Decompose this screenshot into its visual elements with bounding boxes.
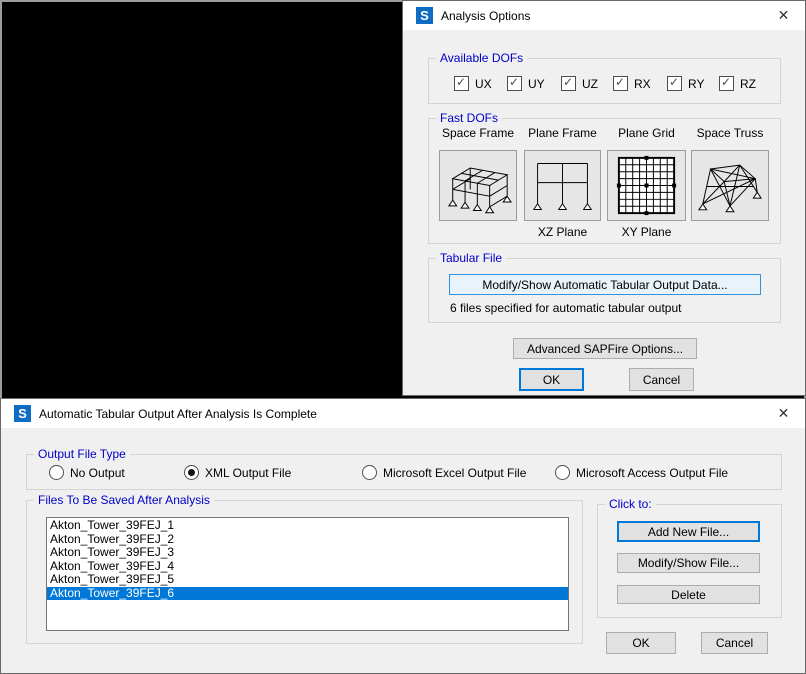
group-label: Available DOFs <box>436 51 527 65</box>
click-to-group: Click to: Add New File... Modify/Show Fi… <box>597 504 782 618</box>
close-icon[interactable]: ✕ <box>775 405 792 422</box>
list-item[interactable]: Akton_Tower_39FEJ_4 <box>47 560 568 574</box>
radio-xml-output-file[interactable]: XML Output File <box>184 465 291 480</box>
delete-button[interactable]: Delete <box>617 585 760 604</box>
tabular-output-dialog: S Automatic Tabular Output After Analysi… <box>0 398 806 674</box>
space-truss-caption: Space Truss <box>686 126 774 140</box>
tabular-output-titlebar[interactable]: S Automatic Tabular Output After Analysi… <box>1 399 805 428</box>
dialog-title: Automatic Tabular Output After Analysis … <box>39 407 317 421</box>
radio-circle[interactable] <box>184 465 199 480</box>
radio-excel-output-file[interactable]: Microsoft Excel Output File <box>362 465 526 480</box>
checkbox-uy[interactable]: UY <box>507 76 545 91</box>
fast-dofs-group: Fast DOFs Space Frame Plane Frame Plane … <box>428 118 781 244</box>
checkbox-box[interactable] <box>454 76 469 91</box>
analysis-options-titlebar[interactable]: S Analysis Options ✕ <box>403 1 805 30</box>
radio-circle[interactable] <box>362 465 377 480</box>
checkbox-box[interactable] <box>719 76 734 91</box>
radio-no-output[interactable]: No Output <box>49 465 125 480</box>
app-logo-icon: S <box>416 7 433 24</box>
ok-button[interactable]: OK <box>519 368 584 391</box>
space-frame-caption: Space Frame <box>431 126 525 140</box>
checkbox-box[interactable] <box>613 76 628 91</box>
cancel-button[interactable]: Cancel <box>701 632 768 654</box>
radio-circle[interactable] <box>555 465 570 480</box>
space-frame-button[interactable] <box>439 150 517 221</box>
radio-circle[interactable] <box>49 465 64 480</box>
space-frame-icon <box>443 154 513 217</box>
plane-frame-button[interactable] <box>524 150 601 221</box>
group-label: Click to: <box>605 497 656 511</box>
checkbox-box[interactable] <box>667 76 682 91</box>
group-label: Output File Type <box>34 447 130 461</box>
files-to-save-group: Files To Be Saved After Analysis Akton_T… <box>26 500 583 644</box>
cancel-button[interactable]: Cancel <box>629 368 694 391</box>
plane-grid-button[interactable] <box>607 150 686 221</box>
close-icon[interactable]: ✕ <box>775 7 792 24</box>
files-specified-note: 6 files specified for automatic tabular … <box>450 301 681 315</box>
dialog-title: Analysis Options <box>441 9 530 23</box>
checkbox-rz[interactable]: RZ <box>719 76 756 91</box>
group-label: Files To Be Saved After Analysis <box>34 493 214 507</box>
available-dofs-group: Available DOFs UX UY UZ RX RY <box>428 58 781 104</box>
modify-show-file-button[interactable]: Modify/Show File... <box>617 553 760 573</box>
output-file-type-group: Output File Type No Output XML Output Fi… <box>26 454 782 490</box>
advanced-sapfire-options-button[interactable]: Advanced SAPFire Options... <box>513 338 697 359</box>
app-background: S Analysis Options ✕ Available DOFs UX U… <box>0 0 806 674</box>
list-item[interactable]: Akton_Tower_39FEJ_3 <box>47 546 568 560</box>
list-item[interactable]: Akton_Tower_39FEJ_6 <box>47 587 568 601</box>
space-truss-button[interactable] <box>691 150 769 221</box>
list-item[interactable]: Akton_Tower_39FEJ_2 <box>47 533 568 547</box>
plane-grid-caption: Plane Grid <box>602 126 691 140</box>
checkbox-ux[interactable]: UX <box>454 76 492 91</box>
xy-plane-label: XY Plane <box>602 225 691 239</box>
xz-plane-label: XZ Plane <box>519 225 606 239</box>
analysis-options-dialog: S Analysis Options ✕ Available DOFs UX U… <box>402 0 806 396</box>
add-new-file-button[interactable]: Add New File... <box>617 521 760 542</box>
checkbox-box[interactable] <box>507 76 522 91</box>
ok-button[interactable]: OK <box>606 632 676 654</box>
plane-grid-icon <box>611 154 682 217</box>
modify-show-tabular-output-button[interactable]: Modify/Show Automatic Tabular Output Dat… <box>449 274 761 295</box>
plane-frame-caption: Plane Frame <box>519 126 606 140</box>
checkbox-ry[interactable]: RY <box>667 76 704 91</box>
plane-frame-icon <box>528 154 597 217</box>
list-item[interactable]: Akton_Tower_39FEJ_5 <box>47 573 568 587</box>
space-truss-icon <box>695 154 765 217</box>
group-label: Tabular File <box>436 251 506 265</box>
files-listbox[interactable]: Akton_Tower_39FEJ_1 Akton_Tower_39FEJ_2 … <box>46 517 569 631</box>
radio-access-output-file[interactable]: Microsoft Access Output File <box>555 465 728 480</box>
checkbox-uz[interactable]: UZ <box>561 76 598 91</box>
checkbox-box[interactable] <box>561 76 576 91</box>
app-logo-icon: S <box>14 405 31 422</box>
group-label: Fast DOFs <box>436 111 502 125</box>
tabular-file-group: Tabular File Modify/Show Automatic Tabul… <box>428 258 781 323</box>
checkbox-rx[interactable]: RX <box>613 76 651 91</box>
list-item[interactable]: Akton_Tower_39FEJ_1 <box>47 519 568 533</box>
